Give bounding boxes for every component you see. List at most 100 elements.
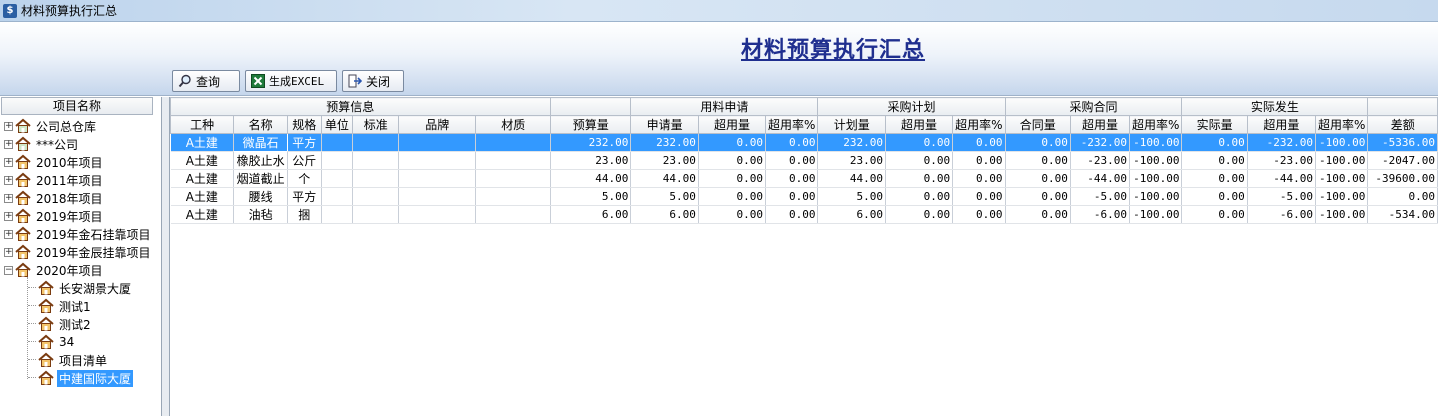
table-cell[interactable]: -232.00 — [1070, 133, 1131, 152]
column-header[interactable]: 标准 — [352, 115, 400, 134]
table-cell[interactable] — [398, 133, 477, 152]
expand-icon[interactable]: + — [4, 121, 13, 131]
table-cell[interactable]: 0.00 — [952, 151, 1006, 170]
table-cell[interactable]: A土建 — [170, 151, 235, 170]
tree-item[interactable]: +2019年金石挂靠项目 — [4, 225, 153, 243]
table-cell[interactable]: 0.00 — [765, 151, 819, 170]
table-cell[interactable] — [475, 133, 552, 152]
group-header-purchase-plan[interactable]: 采购计划 — [817, 97, 1006, 116]
expand-icon[interactable]: + — [4, 139, 13, 149]
tree-item[interactable]: 34 — [38, 333, 76, 351]
table-row[interactable]: A土建 油毡捆 6.00 6.00 0.00 0.00 6.00 0.00 0.00 0.00 -6… — [170, 205, 1438, 224]
table-cell[interactable]: 平方 — [287, 187, 322, 206]
table-cell[interactable] — [398, 205, 477, 224]
table-cell[interactable] — [352, 187, 400, 206]
table-cell[interactable]: 0.00 — [1181, 187, 1248, 206]
group-header-material-request[interactable]: 用料申请 — [630, 97, 819, 116]
expand-icon[interactable]: + — [4, 229, 13, 239]
table-cell[interactable] — [352, 151, 400, 170]
tree-item[interactable]: 长安湖景大厦 — [38, 279, 133, 297]
column-header[interactable]: 名称 — [233, 115, 289, 134]
column-header[interactable]: 差额 — [1367, 115, 1438, 134]
table-cell[interactable]: 0.00 — [1005, 151, 1071, 170]
tree-item[interactable]: 测试2 — [38, 315, 93, 333]
table-cell[interactable]: A土建 — [170, 133, 235, 152]
table-cell[interactable]: 烟道截止 — [233, 169, 289, 188]
tree-item[interactable]: 中建国际大厦 — [38, 369, 134, 387]
table-cell[interactable]: -6.00 — [1070, 205, 1131, 224]
table-cell[interactable]: 0.00 — [1005, 169, 1071, 188]
column-header[interactable]: 超用率% — [1314, 115, 1369, 134]
table-cell[interactable]: 0.00 — [952, 133, 1006, 152]
table-cell[interactable] — [475, 205, 552, 224]
table-cell[interactable]: -100.00 — [1315, 205, 1369, 224]
column-header[interactable]: 规格 — [287, 115, 322, 134]
column-header[interactable]: 合同量 — [1004, 115, 1071, 134]
table-cell[interactable] — [321, 187, 354, 206]
table-cell[interactable]: A土建 — [170, 169, 235, 188]
column-header[interactable]: 实际量 — [1181, 115, 1248, 134]
table-row[interactable]: A土建 橡胶止水 公斤 23.00 23.00 0.00 0.00 23.00 0.00 0.00… — [170, 151, 1438, 170]
table-row[interactable]: A土建 腰线 平方 5.00 5.00 0.00 0.00 5.00 0.00 0.00 0.00-… — [170, 187, 1438, 206]
table-cell[interactable]: 捆 — [287, 205, 322, 224]
table-cell[interactable]: 44.00 — [817, 169, 886, 188]
table-cell[interactable]: 6.00 — [550, 205, 632, 224]
table-cell[interactable]: -100.00 — [1129, 169, 1183, 188]
table-cell[interactable]: 44.00 — [630, 169, 699, 188]
group-header-budget[interactable]: 预算信息 — [169, 97, 552, 116]
tree-item[interactable]: +2018年项目 — [4, 189, 105, 207]
table-cell[interactable]: 0.00 — [1181, 205, 1248, 224]
expand-icon[interactable]: + — [4, 193, 13, 203]
table-cell[interactable]: 0.00 — [885, 151, 954, 170]
table-cell[interactable]: -100.00 — [1315, 169, 1369, 188]
table-cell[interactable]: 5.00 — [817, 187, 886, 206]
table-cell[interactable]: 5.00 — [630, 187, 699, 206]
column-header[interactable]: 超用量 — [1069, 115, 1131, 134]
table-cell[interactable] — [352, 169, 400, 188]
column-header[interactable]: 超用率% — [765, 115, 819, 134]
table-cell[interactable] — [352, 205, 400, 224]
column-header[interactable]: 单位 — [320, 115, 354, 134]
close-button[interactable]: 关闭 — [342, 70, 404, 92]
group-header-purchase-contract[interactable]: 采购合同 — [1004, 97, 1183, 116]
table-cell[interactable] — [398, 187, 477, 206]
table-cell[interactable] — [398, 151, 477, 170]
expand-icon[interactable]: + — [4, 175, 13, 185]
tree-item[interactable]: +2011年项目 — [4, 171, 105, 189]
table-cell[interactable]: 0.00 — [698, 169, 767, 188]
table-cell[interactable]: A土建 — [170, 205, 235, 224]
column-header[interactable]: 预算量 — [550, 115, 632, 134]
table-cell[interactable]: -100.00 — [1315, 133, 1369, 152]
tree-item[interactable]: +2010年项目 — [4, 153, 105, 171]
table-cell[interactable]: -100.00 — [1129, 151, 1183, 170]
tree-item[interactable]: +2019年金辰挂靠项目 — [4, 243, 153, 261]
expand-icon[interactable]: + — [4, 157, 13, 167]
table-cell[interactable]: -2047.00 — [1367, 151, 1438, 170]
column-header[interactable]: 申请量 — [630, 115, 699, 134]
table-cell[interactable]: 0.00 — [698, 133, 767, 152]
table-cell[interactable]: 公斤 — [287, 151, 322, 170]
table-cell[interactable]: 0.00 — [952, 205, 1006, 224]
tree-item[interactable]: +2019年项目 — [4, 207, 105, 225]
table-cell[interactable]: -44.00 — [1070, 169, 1131, 188]
table-cell[interactable]: 个 — [287, 169, 322, 188]
table-cell[interactable]: 0.00 — [765, 205, 819, 224]
table-cell[interactable]: 5.00 — [550, 187, 632, 206]
table-cell[interactable] — [352, 133, 400, 152]
table-cell[interactable]: A土建 — [170, 187, 235, 206]
table-cell[interactable]: 0.00 — [1005, 133, 1071, 152]
table-cell[interactable] — [321, 169, 354, 188]
table-cell[interactable]: -5.00 — [1070, 187, 1131, 206]
table-cell[interactable]: -6.00 — [1247, 205, 1316, 224]
table-cell[interactable]: -5.00 — [1247, 187, 1316, 206]
table-cell[interactable]: 腰线 — [233, 187, 289, 206]
table-cell[interactable]: 0.00 — [1005, 205, 1071, 224]
table-cell[interactable]: 44.00 — [550, 169, 632, 188]
table-row[interactable]: A土建 微晶石 平方 232.00 232.00 0.00 0.00 232.00 0.00 0.… — [170, 133, 1438, 152]
table-cell[interactable]: 232.00 — [630, 133, 699, 152]
column-header[interactable]: 超用率% — [1129, 115, 1183, 134]
table-cell[interactable]: 232.00 — [550, 133, 632, 152]
table-cell[interactable]: 0.00 — [1181, 133, 1248, 152]
collapse-icon[interactable]: − — [4, 265, 13, 275]
table-cell[interactable]: 23.00 — [550, 151, 632, 170]
